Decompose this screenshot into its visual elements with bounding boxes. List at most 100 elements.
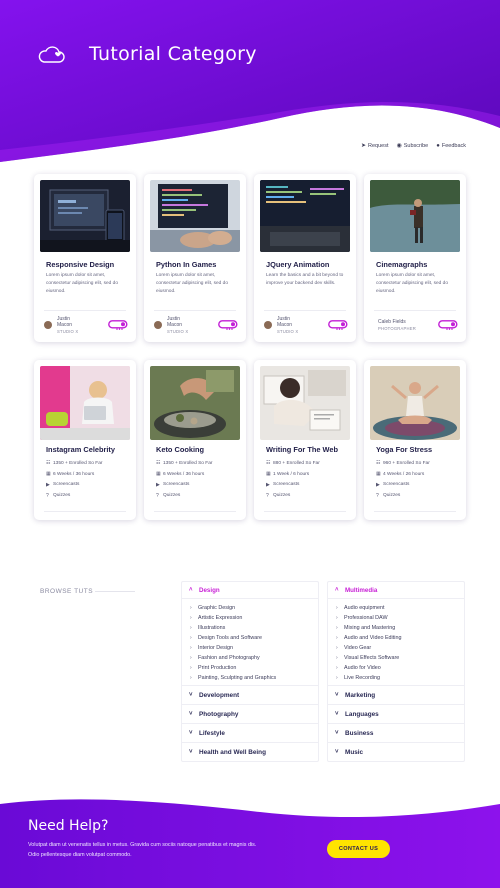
chevron-right-icon: ›: [336, 675, 338, 681]
accordion-header-photography[interactable]: ˅ Photography: [182, 704, 318, 723]
category-link[interactable]: › Professional DAW: [336, 613, 464, 623]
accordion-title: Multimedia: [345, 586, 378, 594]
course-card[interactable]: Yoga For Stress ☷ 960 + Enrolled So Far ▦…: [364, 360, 466, 520]
screencasts-label: Screencasts: [163, 482, 190, 488]
category-link[interactable]: › Artistic Expression: [190, 613, 318, 623]
course-title[interactable]: Keto Cooking: [156, 445, 204, 454]
request-link[interactable]: ➤ Request: [361, 142, 389, 150]
course-title[interactable]: Instagram Celebrity: [46, 445, 115, 454]
course-title[interactable]: Yoga For Stress: [376, 445, 432, 454]
chevron-down-icon: ˅: [189, 692, 193, 698]
duration: 6 Weeks / 36 hours: [53, 471, 95, 477]
accordion-header-marketing[interactable]: ˅ Marketing: [328, 685, 464, 704]
chevron-right-icon: ›: [190, 615, 192, 621]
accordion-header-design[interactable]: ˄ Design: [182, 582, 318, 599]
divider: [154, 310, 236, 311]
category-link[interactable]: › Video Gear: [336, 643, 464, 653]
category-link[interactable]: › Audio equipment: [336, 603, 464, 613]
category-link[interactable]: › Painting, Sculpting and Graphics: [190, 673, 318, 683]
duration: 4 Weeks / 26 hours: [383, 471, 425, 477]
category-list: › Graphic Design › Artistic Expression › Il…: [182, 599, 318, 685]
avatar: [44, 321, 52, 330]
course-card[interactable]: Keto Cooking ☷ 1350 + Enrolled So Far ▦ 6 …: [144, 360, 246, 520]
screencasts-label: Screencasts: [53, 482, 80, 488]
chevron-up-icon: ˄: [189, 587, 193, 593]
course-title[interactable]: Python In Games: [156, 260, 216, 269]
course-description: Lorem ipsum dolor sit amet, consectetur …: [46, 273, 118, 294]
category-link[interactable]: › Audio and Video Editing: [336, 633, 464, 643]
category-link[interactable]: › Visual Effects Software: [336, 653, 464, 663]
contact-us-button[interactable]: CONTACT US: [327, 840, 390, 858]
category-link[interactable]: › Mixing and Mastering: [336, 623, 464, 633]
course-title[interactable]: Writing For The Web: [266, 445, 338, 454]
course-stats: ☷ 960 + Enrolled So Far ▦ 4 Weeks / 26 hou…: [376, 458, 430, 501]
chevron-right-icon: ›: [190, 645, 192, 651]
quizzes-label: Quizzes: [273, 493, 291, 499]
duration: 1 Week / 6 hours: [273, 471, 310, 477]
rss-icon: ◉: [396, 143, 402, 149]
category-link[interactable]: › Illustrations: [190, 623, 318, 633]
toggle-icon[interactable]: [218, 320, 238, 330]
calendar-icon: ▦: [46, 471, 51, 478]
category-link[interactable]: › Live Recording: [336, 673, 464, 683]
category-list: › Audio equipment › Professional DAW › Mixi…: [328, 599, 464, 685]
calendar-icon: ▦: [266, 471, 271, 478]
request-label: Request: [368, 142, 389, 149]
category-link[interactable]: › Graphic Design: [190, 603, 318, 613]
subscribe-link[interactable]: ◉ Subscribe: [396, 142, 429, 150]
course-thumbnail: [40, 180, 130, 252]
accordion-header-music[interactable]: ˅ Music: [328, 742, 464, 761]
course-card[interactable]: Python In Games Lorem ipsum dolor sit am…: [144, 174, 246, 342]
category-label: Visual Effects Software: [344, 655, 400, 661]
users-icon: ☷: [266, 460, 271, 467]
chevron-down-icon: ˅: [189, 730, 193, 736]
category-label: Video Gear: [344, 645, 372, 651]
category-link[interactable]: › Print Production: [190, 663, 318, 673]
accordion-title: Lifestyle: [199, 729, 225, 737]
calendar-icon: ▦: [156, 471, 161, 478]
course-card[interactable]: Cinemagraphs Lorem ipsum dolor sit amet,…: [364, 174, 466, 342]
accordion-header-multimedia[interactable]: ˄ Multimedia: [328, 582, 464, 599]
accordion-header-languages[interactable]: ˅ Languages: [328, 704, 464, 723]
video-icon: ▶: [156, 481, 160, 488]
accordion-title: Languages: [345, 710, 379, 718]
toggle-icon[interactable]: [438, 320, 458, 330]
screencasts-label: Screencasts: [273, 482, 300, 488]
chevron-right-icon: ›: [190, 625, 192, 631]
course-card[interactable]: Instagram Celebrity ☷ 1350 + Enrolled So …: [34, 360, 136, 520]
feedback-link[interactable]: ● Feedback: [436, 142, 466, 149]
chevron-down-icon: ˅: [189, 711, 193, 717]
toggle-icon[interactable]: [328, 320, 348, 330]
course-card[interactable]: Writing For The Web ☷ 880 + Enrolled So F…: [254, 360, 356, 520]
category-link[interactable]: › Design Tools and Software: [190, 633, 318, 643]
chevron-down-icon: ˅: [189, 749, 193, 755]
enrolled-count: 880 + Enrolled So Far: [273, 460, 320, 466]
footer: [0, 790, 500, 888]
quizzes-label: Quizzes: [163, 493, 181, 499]
chevron-right-icon: ›: [336, 645, 338, 651]
course-description: Lorem ipsum dolor sit amet, consectetur …: [376, 273, 448, 294]
accordion-title: Health and Well Being: [199, 748, 266, 756]
help-title: Need Help?: [28, 818, 109, 834]
course-title[interactable]: JQuery Animation: [266, 260, 329, 269]
users-icon: ☷: [46, 460, 51, 467]
accordion-header-lifestyle[interactable]: ˅ Lifestyle: [182, 723, 318, 742]
category-link[interactable]: › Interior Design: [190, 643, 318, 653]
category-column-left: ˄ Design › Graphic Design › Artistic Expres…: [181, 581, 319, 762]
accordion-title: Photography: [199, 710, 239, 718]
course-title[interactable]: Cinemagraphs: [376, 260, 427, 269]
course-card[interactable]: Responsive Design Lorem ipsum dolor sit …: [34, 174, 136, 342]
course-title[interactable]: Responsive Design: [46, 260, 114, 269]
course-card[interactable]: JQuery Animation Learn the basics and a …: [254, 174, 356, 342]
accordion-header-health[interactable]: ˅ Health and Well Being: [182, 742, 318, 761]
category-link[interactable]: › Audio for Video: [336, 663, 464, 673]
accordion-header-business[interactable]: ˅ Business: [328, 723, 464, 742]
accordion-title: Music: [345, 748, 364, 756]
question-icon: ?: [46, 492, 49, 499]
accordion-header-development[interactable]: ˅ Development: [182, 685, 318, 704]
toggle-icon[interactable]: [108, 320, 128, 330]
category-link[interactable]: › Fashion and Photography: [190, 653, 318, 663]
video-icon: ▶: [376, 481, 380, 488]
category-label: Mixing and Mastering: [344, 625, 396, 631]
help-text: Volutpat diam ut venenatis tellus in met…: [28, 842, 257, 858]
